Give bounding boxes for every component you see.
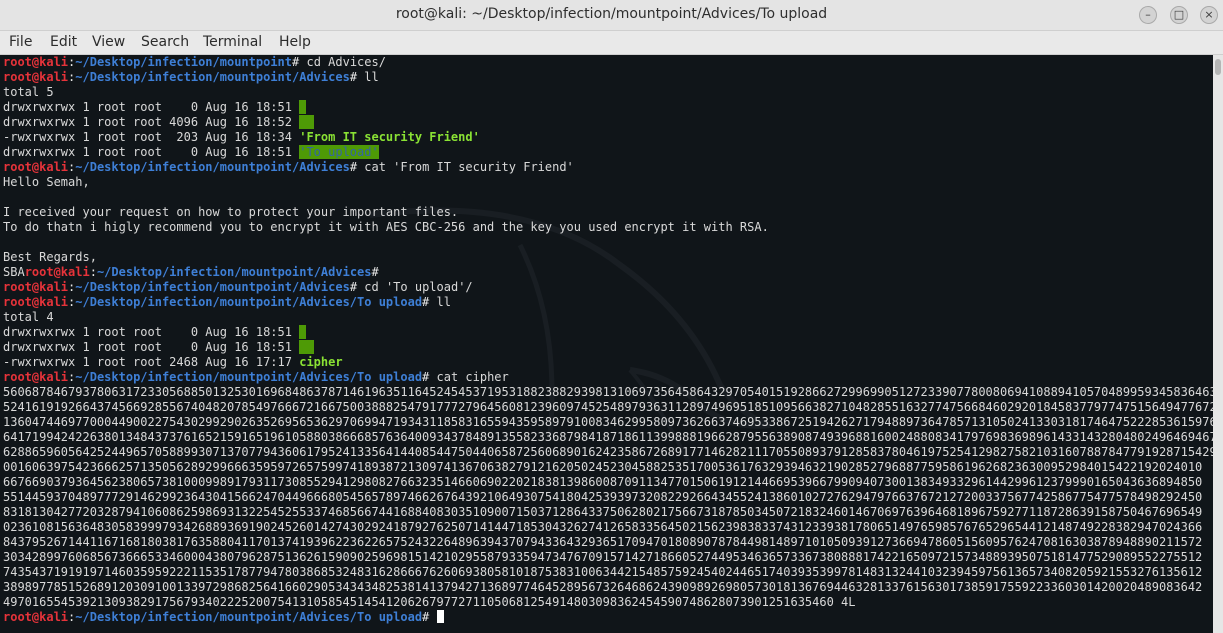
listing-total: total 4 bbox=[3, 310, 54, 324]
command: cd Advices/ bbox=[299, 55, 386, 69]
cipher-line: 3034289976068567366653346000438079628751… bbox=[3, 550, 1203, 564]
menu-bar: File Edit View Search Terminal Help bbox=[0, 31, 1223, 55]
cipher-line: 1360474469770004490022754302992902635269… bbox=[3, 415, 1213, 429]
listing-row: drwxrwxrwx 1 root root 0 Aug 16 18:51 . bbox=[3, 100, 307, 114]
file-name: 'From IT security Friend' bbox=[299, 130, 480, 144]
menu-view[interactable]: View bbox=[92, 34, 125, 50]
maximize-button[interactable]: □ bbox=[1170, 6, 1188, 24]
dir-name: . bbox=[299, 100, 307, 114]
listing-row: drwxrwxrwx 1 root root 0 Aug 16 18:51 'T… bbox=[3, 145, 379, 159]
message-line: To do thatn i higly recommend you to enc… bbox=[3, 220, 769, 234]
command: cat 'From IT security Friend' bbox=[357, 160, 574, 174]
terminal-line: root@kali:~/Desktop/infection/mountpoint… bbox=[3, 55, 386, 69]
cipher-line: 8437952671441167168180381763588041170137… bbox=[3, 535, 1203, 549]
listing-row: -rwxrwxrwx 1 root root 203 Aug 16 18:34 … bbox=[3, 130, 480, 144]
close-button[interactable]: × bbox=[1200, 6, 1218, 24]
cipher-line: 8318130427720328794106086259869313225452… bbox=[3, 505, 1203, 519]
message-signature: SBA bbox=[3, 265, 25, 279]
terminal-line: root@kali:~/Desktop/infection/mountpoint… bbox=[3, 160, 574, 174]
dir-name: .. bbox=[299, 340, 314, 354]
file-name: cipher bbox=[299, 355, 343, 369]
cipher-line: 5241619192664374566928556740482078549766… bbox=[3, 400, 1213, 414]
cipher-line: 5606878467937806317233056885013253016968… bbox=[3, 385, 1213, 399]
terminal-line: root@kali:~/Desktop/infection/mountpoint… bbox=[3, 370, 509, 384]
menu-edit[interactable]: Edit bbox=[50, 34, 77, 50]
terminal-line: root@kali:~/Desktop/infection/mountpoint… bbox=[3, 295, 451, 309]
menu-file[interactable]: File bbox=[9, 34, 32, 50]
cipher-line: 5514459370489777291462992364304156624704… bbox=[3, 490, 1203, 504]
cipher-line: 3898977851526891203091001339729868256416… bbox=[3, 580, 1203, 594]
terminal-line: root@kali:~/Desktop/infection/mountpoint… bbox=[3, 610, 444, 625]
menu-terminal[interactable]: Terminal bbox=[203, 34, 262, 50]
terminal-line: root@kali:~/Desktop/infection/mountpoint… bbox=[3, 70, 379, 84]
terminal-window: root@kali: ~/Desktop/infection/mountpoin… bbox=[0, 0, 1223, 633]
dir-name: . bbox=[299, 325, 307, 339]
command: ll bbox=[429, 295, 451, 309]
terminal-output[interactable]: root@kali:~/Desktop/infection/mountpoint… bbox=[0, 55, 1213, 633]
prompt-user: root@kali bbox=[3, 55, 69, 69]
menu-help[interactable]: Help bbox=[279, 34, 311, 50]
listing-row: drwxrwxrwx 1 root root 0 Aug 16 18:51 . bbox=[3, 325, 307, 339]
message-greeting: Hello Semah, bbox=[3, 175, 90, 189]
vertical-scrollbar[interactable] bbox=[1213, 55, 1223, 633]
cipher-line: 6676690379364562380657381000998917931173… bbox=[3, 475, 1203, 489]
cipher-line: 6288659605642524496570588993071370779436… bbox=[3, 445, 1213, 459]
minimize-button[interactable]: – bbox=[1139, 6, 1157, 24]
listing-row: drwxrwxrwx 1 root root 0 Aug 16 18:51 .. bbox=[3, 340, 314, 354]
listing-total: total 5 bbox=[3, 85, 54, 99]
listing-row: -rwxrwxrwx 1 root root 2468 Aug 16 17:17… bbox=[3, 355, 343, 369]
terminal-line: root@kali:~/Desktop/infection/mountpoint… bbox=[3, 280, 473, 294]
cipher-line: 4970165545392130938291756793402225200754… bbox=[3, 595, 856, 609]
message-line: I received your request on how to protec… bbox=[3, 205, 459, 219]
cipher-line: 0016063975423666257135056289299666359597… bbox=[3, 460, 1203, 474]
listing-row: drwxrwxrwx 1 root root 4096 Aug 16 18:52… bbox=[3, 115, 314, 129]
cipher-line: 7435437191919714603595922211535178779478… bbox=[3, 565, 1203, 579]
window-title: root@kali: ~/Desktop/infection/mountpoin… bbox=[395, 6, 828, 22]
cipher-line: 0236108156364830583999793426889369190245… bbox=[3, 520, 1203, 534]
command: cat cipher bbox=[429, 370, 509, 384]
cipher-line: 6417199424226380134843737616521591651961… bbox=[3, 430, 1213, 444]
prompt-path: ~/Desktop/infection/mountpoint bbox=[75, 55, 293, 69]
dir-name: 'To upload' bbox=[299, 145, 379, 159]
terminal-line: SBAroot@kali:~/Desktop/infection/mountpo… bbox=[3, 265, 379, 279]
dir-name: .. bbox=[299, 115, 314, 129]
text-cursor bbox=[436, 610, 444, 623]
command: ll bbox=[357, 70, 379, 84]
scrollbar-thumb[interactable] bbox=[1215, 59, 1221, 75]
command: cd 'To upload'/ bbox=[357, 280, 473, 294]
title-bar[interactable]: root@kali: ~/Desktop/infection/mountpoin… bbox=[0, 0, 1223, 31]
message-closing: Best Regards, bbox=[3, 250, 97, 264]
menu-search[interactable]: Search bbox=[141, 34, 189, 50]
